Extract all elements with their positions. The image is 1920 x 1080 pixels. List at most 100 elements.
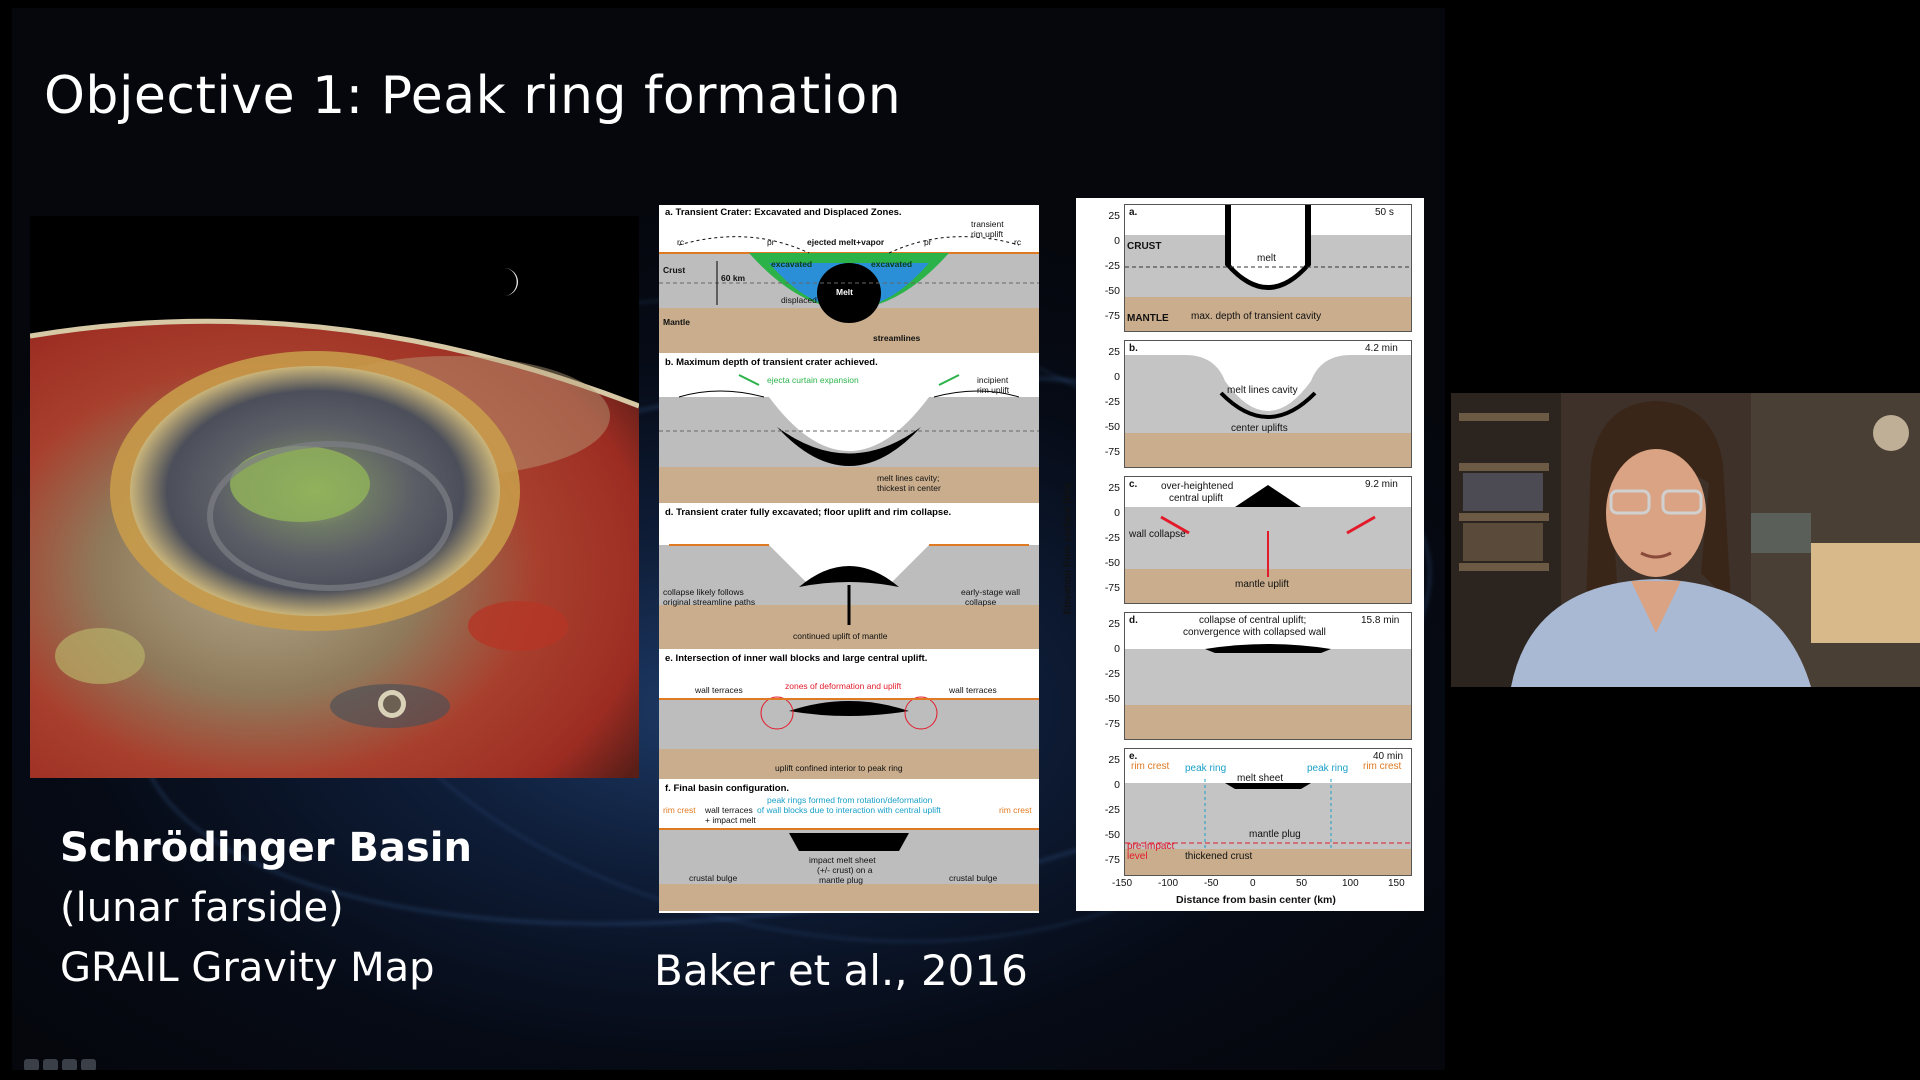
sim-c-mantle: mantle uplift (1235, 579, 1289, 590)
y-tick-label: -50 (1104, 557, 1120, 569)
y-tick-label: 0 (1114, 507, 1120, 519)
y-tick-label: -75 (1104, 718, 1120, 730)
y-tick-label: 0 (1114, 643, 1120, 655)
rc-left-label: rc (677, 237, 685, 247)
crustal-bulge-right-label: crustal bulge (949, 873, 998, 883)
panel-e-title: e. Intersection of inner wall blocks and… (665, 653, 928, 664)
x-tick-label: 0 (1250, 878, 1256, 889)
sim-e-rim-left: rim crest (1131, 761, 1170, 772)
sim-panel-e: e. 40 min rim crest peak ring melt sheet… (1124, 748, 1412, 876)
crust-note-label: (+/- crust) on a (817, 865, 873, 875)
y-tick-label: -75 (1104, 446, 1120, 458)
depth-label: 60 km (721, 273, 746, 283)
rim-uplift-b-label: rim uplift (977, 385, 1010, 395)
ejected-label: ejected melt+vapor (807, 237, 885, 247)
sim-c-letter: c. (1129, 479, 1138, 490)
sim-c-central: central uplift (1169, 493, 1223, 504)
schematic-panel-a: a. Transient Crater: Excavated and Displ… (659, 205, 1039, 355)
wall-terraces-left-label: wall terraces (695, 685, 743, 695)
crustal-bulge-left-label: crustal bulge (689, 873, 738, 883)
caption-location: (lunar farside) (60, 885, 344, 931)
ejecta-label: ejecta curtain expansion (767, 375, 859, 385)
x-tick-label: -150 (1112, 878, 1133, 889)
sim-e-peak-right: peak ring (1307, 763, 1349, 774)
melt-label: Melt (836, 287, 853, 297)
y-tick-label: 0 (1114, 235, 1120, 247)
sim-e-thick: thickened crust (1185, 851, 1253, 862)
melt-sheet-f-label: impact melt sheet (809, 855, 876, 865)
y-tick-label: -75 (1104, 310, 1120, 322)
y-tick-label: -50 (1104, 829, 1120, 841)
y-tick-label: -50 (1104, 693, 1120, 705)
menu-icon[interactable] (62, 1059, 77, 1070)
sim-a-letter: a. (1129, 207, 1138, 218)
sim-c-time: 9.2 min (1365, 479, 1398, 490)
sim-panel-d: d. 15.8 min collapse of central uplift; … (1124, 612, 1412, 740)
y-tick-label: 25 (1108, 346, 1120, 358)
y-tick-label: -75 (1104, 854, 1120, 866)
simulation-figure: Elevation from surface (km) a. 50 s CRUS… (1062, 198, 1424, 911)
panel-a-title: a. Transient Crater: Excavated and Displ… (665, 207, 902, 218)
sim-panel-b: b. 4.2 min melt lines cavity center upli… (1124, 340, 1412, 468)
mantle-plug-f-label: mantle plug (819, 875, 863, 885)
y-tick-label: 25 (1108, 618, 1120, 630)
wall-terraces-f-label: wall terraces (705, 805, 753, 815)
excavated-right-label: excavated (871, 259, 913, 269)
y-tick-label: -25 (1104, 532, 1120, 544)
schematic-figure: a. Transient Crater: Excavated and Displ… (659, 205, 1039, 913)
y-tick-label: -25 (1104, 668, 1120, 680)
next-slide-icon[interactable] (81, 1059, 96, 1070)
y-tick-label: -50 (1104, 285, 1120, 297)
schrodinger-basin-image (30, 216, 639, 778)
crust-label: Crust (663, 265, 686, 275)
sim-panel-a: a. 50 s CRUST melt MANTLE max. depth of … (1124, 204, 1412, 332)
sim-d-convergence: convergence with collapsed wall (1183, 627, 1326, 638)
rim-crest-right-label: rim crest (999, 805, 1032, 815)
x-axis-label: Distance from basin center (km) (1176, 894, 1336, 906)
original-label: original streamline paths (663, 597, 756, 607)
sim-a-melt: melt (1257, 253, 1276, 264)
sim-d-collapse: collapse of central uplift; (1199, 615, 1307, 626)
sim-c-wall: wall collapse (1129, 529, 1186, 540)
pen-icon[interactable] (43, 1059, 58, 1070)
excavated-left-label: excavated (771, 259, 813, 269)
wall-terraces-right-label: wall terraces (949, 685, 997, 695)
sim-panel-c: c. 9.2 min over-heightened central uplif… (1124, 476, 1412, 604)
panel-f-title: f. Final basin configuration. (665, 783, 790, 794)
schematic-panel-b: b. Maximum depth of transient crater ach… (659, 355, 1039, 505)
sim-a-crust: CRUST (1127, 241, 1162, 252)
y-tick-label: -25 (1104, 396, 1120, 408)
schematic-panel-d: d. Transient crater fully excavated; flo… (659, 505, 1039, 651)
sim-b-letter: b. (1129, 343, 1138, 354)
presenter-video (1451, 393, 1920, 687)
caption-map-type: GRAIL Gravity Map (60, 945, 435, 991)
uplift-confined-label: uplift confined interior to peak ring (775, 763, 903, 773)
sim-e-plug: mantle plug (1249, 829, 1301, 840)
impact-melt-label: + impact melt (705, 815, 756, 825)
sim-b-time: 4.2 min (1365, 343, 1398, 354)
x-tick-label: 50 (1296, 878, 1308, 889)
y-tick-label: 25 (1108, 210, 1120, 222)
incipient-label: incipient (977, 375, 1009, 385)
rc-right-label: rc (1014, 237, 1022, 247)
sim-a-time: 50 s (1375, 207, 1394, 218)
sim-b-center: center uplifts (1231, 423, 1288, 434)
zones-label: zones of deformation and uplift (785, 681, 902, 691)
sim-d-time: 15.8 min (1361, 615, 1400, 626)
y-tick-label: 25 (1108, 754, 1120, 766)
sim-e-melt-sheet: melt sheet (1237, 773, 1284, 784)
prev-slide-icon[interactable] (24, 1059, 39, 1070)
sim-e-rim-right: rim crest (1363, 761, 1402, 772)
sim-e-peak-left: peak ring (1185, 763, 1227, 774)
sim-d-letter: d. (1129, 615, 1138, 626)
caption-basin-name: Schrödinger Basin (60, 825, 472, 871)
schematic-panel-f: f. Final basin configuration. peak rings… (659, 781, 1039, 913)
y-tick-label: -25 (1104, 804, 1120, 816)
y-axis-label: Elevation from surface (km) (1062, 482, 1074, 615)
x-tick-label: 150 (1388, 878, 1405, 889)
y-tick-label: 0 (1114, 779, 1120, 791)
schematic-panel-e: e. Intersection of inner wall blocks and… (659, 651, 1039, 781)
sim-c-over: over-heightened (1161, 481, 1234, 492)
melt-cavity-label: melt lines cavity; (877, 473, 940, 483)
y-tick-label: -75 (1104, 582, 1120, 594)
